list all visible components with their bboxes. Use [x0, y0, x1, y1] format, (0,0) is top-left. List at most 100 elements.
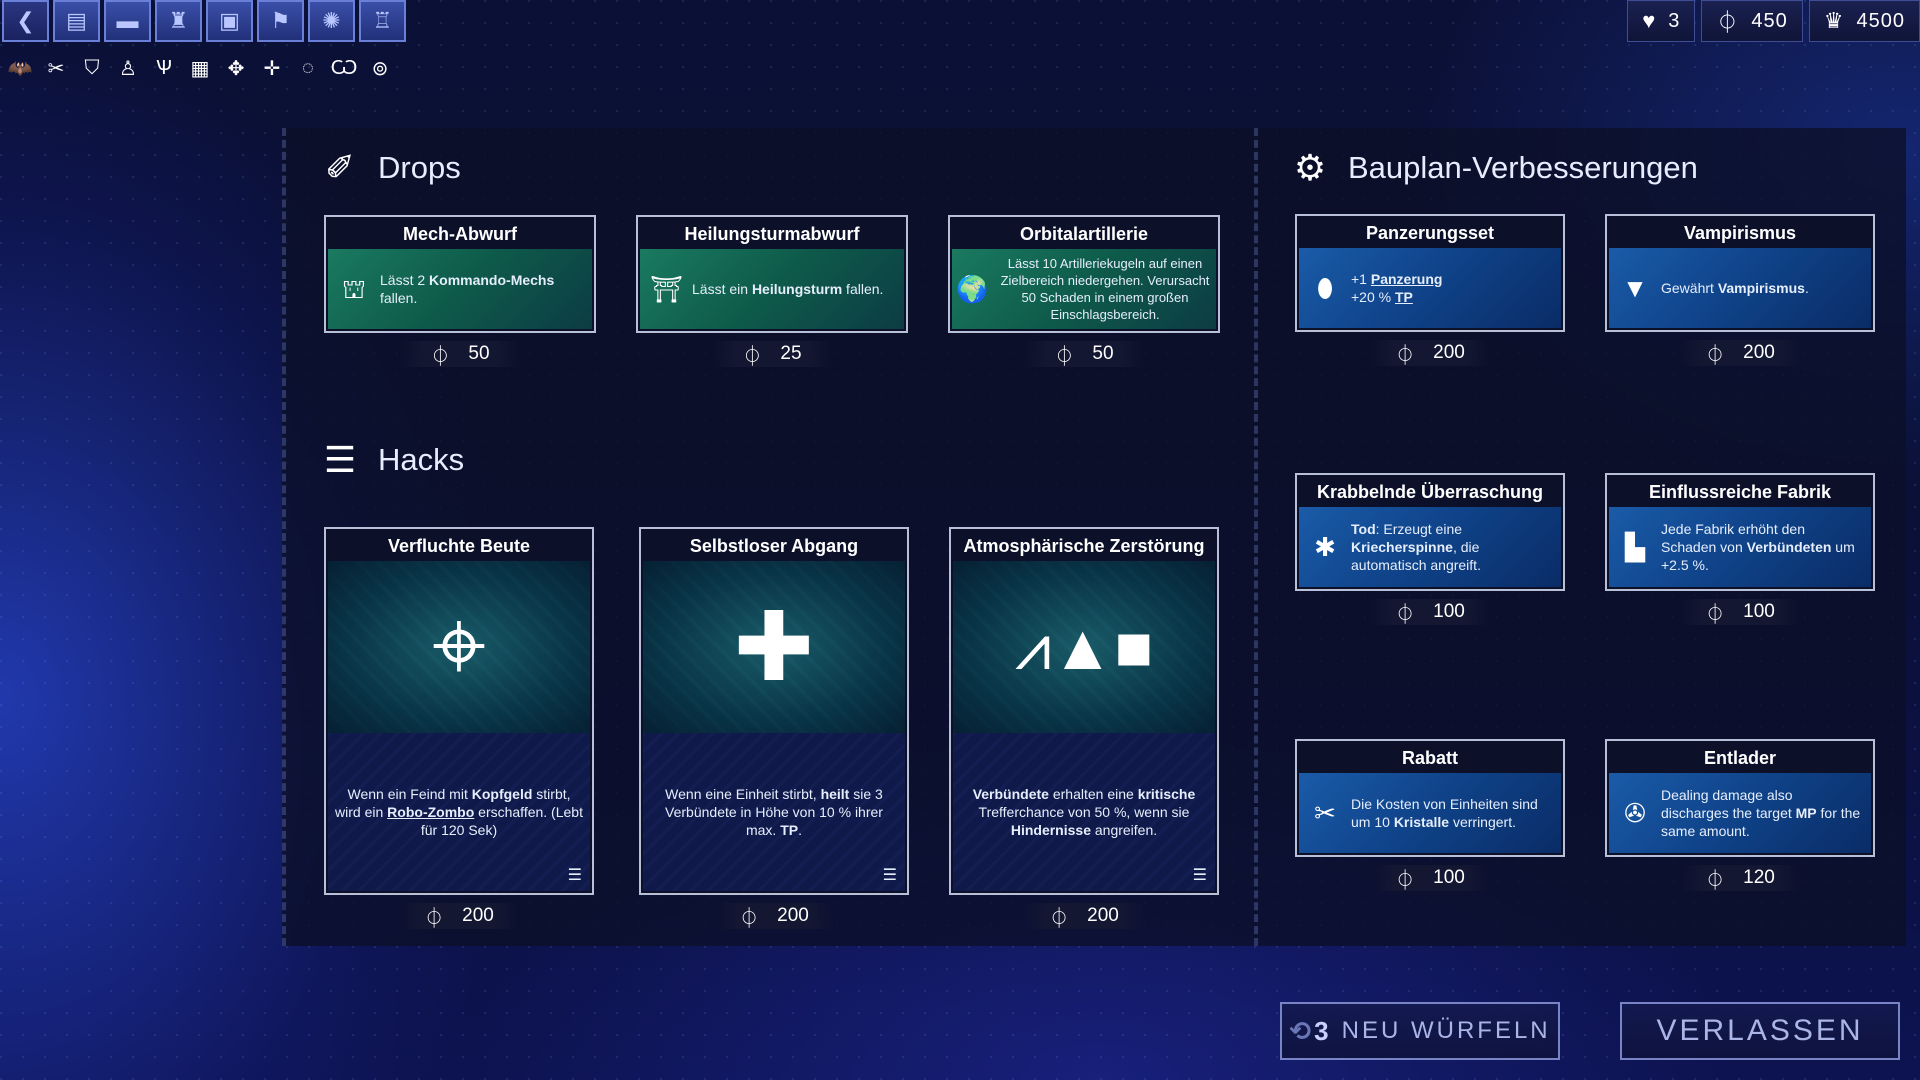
fortress-icon: ♖: [372, 8, 393, 33]
lives-value: 3: [1668, 9, 1681, 32]
blueprint-card-discharger[interactable]: Entlader ✇ Dealing damage also discharge…: [1605, 739, 1875, 892]
drop-card-orbital[interactable]: Orbitalartillerie 🌍 Lässt 10 Artilleriek…: [948, 215, 1220, 368]
armor-icon: ⬮: [1316, 273, 1334, 303]
card-title: Orbitalartillerie: [952, 219, 1216, 249]
fortress-button[interactable]: ♖: [359, 0, 406, 42]
card-price: ⏀ 200: [1680, 340, 1800, 367]
blueprint-card-armor[interactable]: Panzerungsset ⬮ +1 Panzerung +20 % TP ⏀ 20…: [1295, 214, 1565, 367]
score-counter: ♛ 4500: [1808, 0, 1920, 42]
drop-icon: ✐: [324, 147, 356, 188]
discharge-icon: ✇: [1624, 798, 1646, 828]
factory-icon: ▣: [219, 8, 240, 33]
reroll-button[interactable]: ⟲3 NEU WÜRFELN: [1280, 1002, 1560, 1060]
target-icon[interactable]: ⊚: [364, 52, 396, 84]
crystal-icon: ⏀: [1705, 869, 1726, 892]
obstacle-icon: ⩘▲■: [953, 561, 1215, 733]
hack-corner-icon: ☰: [567, 867, 582, 884]
cross-arrows-icon[interactable]: ✥: [220, 52, 252, 84]
drop-card-mech[interactable]: Mech-Abwurf ⛫ Lässt 2 Kommando-Mechs fal…: [324, 215, 596, 368]
crystal-icon: ⏀: [1054, 345, 1075, 368]
top-toolbar: ❮ ▤ ▬ ♜ ▣ ⚑ ✺ ♖: [2, 0, 406, 42]
crystal-icon: ⏀: [739, 907, 760, 930]
card-description: Wenn ein Feind mit Kopfgeld stirbt, wird…: [328, 733, 590, 891]
card-description: Lässt 10 Artilleriekugeln auf einen Ziel…: [1000, 256, 1210, 322]
crystal-icon: ⏀: [1395, 344, 1416, 367]
blueprint-title: Bauplan-Verbesserungen: [1348, 150, 1698, 185]
blueprint-section-title: ⚙ Bauplan-Verbesserungen: [1288, 146, 1698, 190]
shield-icon[interactable]: ⛉: [76, 52, 108, 84]
hack-icon: ☰: [323, 439, 357, 480]
card-description: Die Kosten von Einheiten sind um 10 Kris…: [1351, 796, 1538, 830]
resource-bar: ♥ 3 ⏀ 450 ♛ 4500: [1627, 0, 1920, 42]
leave-label: VERLASSEN: [1656, 1014, 1864, 1047]
reroll-label: NEU WÜRFELN: [1341, 1017, 1551, 1044]
card-price: ⏀ 200: [1024, 903, 1144, 930]
crystal-counter: ⏀ 450: [1701, 0, 1803, 42]
gear-icon: ✺: [322, 8, 341, 33]
deck-button[interactable]: ▤: [53, 0, 100, 42]
card-price: ⏀ 25: [712, 341, 832, 368]
crystal-icon: ⏀: [742, 345, 763, 368]
radial-icon[interactable]: ◌: [292, 52, 324, 84]
tower-button[interactable]: ♜: [155, 0, 202, 42]
banner-button[interactable]: ⚑: [257, 0, 304, 42]
hack-corner-icon: ☰: [882, 867, 897, 884]
cross-bones-icon: ✚: [643, 561, 905, 733]
tower-icon: ⛩: [650, 274, 684, 304]
drops-title: Drops: [378, 150, 461, 185]
hack-card-atmospheric[interactable]: Atmosphärische Zerstörung ⩘▲■ Verbündete…: [949, 527, 1219, 930]
crystal-icon: ⏀: [1395, 603, 1416, 626]
factory-button[interactable]: ▣: [206, 0, 253, 42]
drop-card-heal-tower[interactable]: Heilungsturmabwurf ⛩ Lässt ein Heilungst…: [636, 215, 908, 368]
target-frame-icon: ⌖: [328, 561, 590, 733]
crown-icon: ♛: [1823, 8, 1845, 33]
card-description: Dealing damage also discharges the targe…: [1661, 787, 1861, 839]
reroll-count: ⟲3: [1289, 1015, 1332, 1046]
tools-icon[interactable]: ✂: [40, 52, 72, 84]
crystal-icon: ⏀: [1716, 10, 1740, 35]
card-price: ⏀ 50: [1024, 341, 1144, 368]
crate-icon[interactable]: ▦: [184, 52, 216, 84]
card-title: Vampirismus: [1609, 218, 1871, 248]
factory-icon: ▙: [1625, 532, 1645, 562]
hack-card-cursed-loot[interactable]: Verfluchte Beute ⌖ Wenn ein Feind mit Ko…: [324, 527, 594, 930]
card-description: Tod: Erzeugt eine Kriecherspinne, die au…: [1351, 521, 1481, 573]
card-description: +1 Panzerung +20 % TP: [1351, 271, 1443, 305]
fan-icon[interactable]: Ѡ: [328, 52, 360, 84]
tools-icon: ✂: [1314, 798, 1336, 828]
bat-icon[interactable]: 🦇: [4, 52, 36, 84]
crystal-icon: ⏀: [1049, 907, 1070, 930]
card-description: Jede Fabrik erhöht den Schaden von Verbü…: [1661, 521, 1855, 573]
card-price: ⏀ 100: [1370, 599, 1490, 626]
crystal-value: 450: [1751, 9, 1788, 32]
drone-button[interactable]: ▬: [104, 0, 151, 42]
blueprint-card-discount[interactable]: Rabatt ✂ Die Kosten von Einheiten sind u…: [1295, 739, 1565, 892]
heart-icon: ♥: [1642, 8, 1657, 33]
gear-button[interactable]: ✺: [308, 0, 355, 42]
crystal-icon: ⏀: [1705, 344, 1726, 367]
crystal-icon: ⏀: [1705, 603, 1726, 626]
lives-counter: ♥ 3: [1627, 0, 1696, 42]
leave-button[interactable]: VERLASSEN: [1620, 1002, 1900, 1060]
card-price: ⏀ 200: [1370, 340, 1490, 367]
card-price: ⏀ 200: [714, 903, 834, 930]
blueprint-card-crawling-surprise[interactable]: Krabbelnde Überraschung ✱ Tod: Erzeugt e…: [1295, 473, 1565, 626]
plus-arrows-icon[interactable]: ✛: [256, 52, 288, 84]
card-title: Mech-Abwurf: [328, 219, 592, 249]
crystal-icon: ⏀: [424, 907, 445, 930]
card-title: Atmosphärische Zerstörung: [953, 531, 1215, 561]
card-price: ⏀ 120: [1680, 865, 1800, 892]
blueprint-card-vampirism[interactable]: Vampirismus ▼ Gewährt Vampirismus. ⏀ 200: [1605, 214, 1875, 367]
card-description: Gewährt Vampirismus.: [1661, 280, 1809, 296]
blueprint-card-influential-factory[interactable]: Einflussreiche Fabrik ▙ Jede Fabrik erhö…: [1605, 473, 1875, 626]
hack-card-selfless-exit[interactable]: Selbstloser Abgang ✚ Wenn eine Einheit s…: [639, 527, 909, 930]
card-description: Lässt ein Heilungsturm fallen.: [692, 281, 884, 297]
crystal-icon: ⏀: [430, 345, 451, 368]
reroll-icon: ⟲: [1289, 1015, 1315, 1046]
hierarchy-icon[interactable]: ♙: [112, 52, 144, 84]
back-button[interactable]: ❮: [2, 0, 49, 42]
planet-icon: 🌍: [956, 273, 989, 304]
wings-icon[interactable]: Ѱ: [148, 52, 180, 84]
gear-icon: ⚙: [1293, 147, 1327, 188]
card-title: Rabatt: [1299, 743, 1561, 773]
